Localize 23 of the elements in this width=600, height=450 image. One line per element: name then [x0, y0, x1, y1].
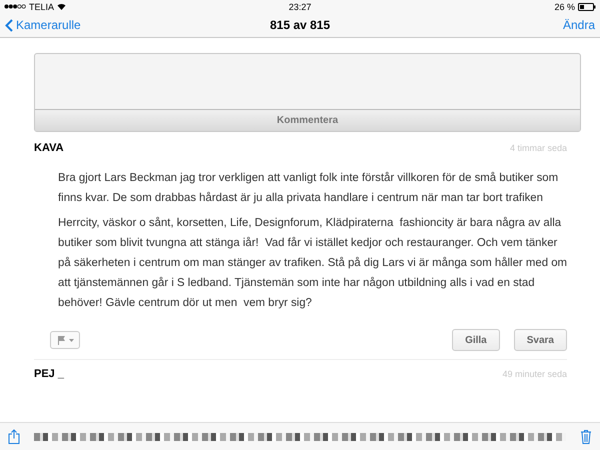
carrier-label: TELIA	[29, 2, 54, 12]
comment-action-button[interactable]: Svara	[514, 329, 567, 351]
comment-text: Herrcity, väskor o sånt, korsetten, Life, Designforum, Klädpiraterna fashioncity är bara några av alla butiker som blivit tvungna att stänga iår! Vad får vi istället kedjor och restauranger. Och vem tänker på säkerheten i centrum om man stänger av trafiken. Stå på dig Lars vi är många som håller med om att tjänstemännen går i S ledband. Tjänstemän som inte har någon utbildning alls i vad en stad behöver! Gävle centrum dör ut men vem bryr sig?	[58, 216, 568, 311]
signal-icon	[4, 4, 26, 9]
share-icon[interactable]	[8, 429, 20, 444]
comment-author: PEJ _	[34, 368, 64, 380]
flag-button[interactable]	[50, 331, 80, 349]
comment-action-button[interactable]: Gilla	[452, 329, 500, 351]
wifi-icon	[57, 3, 66, 10]
battery-percent: 26 %	[554, 2, 575, 12]
chevron-left-icon	[5, 18, 13, 32]
trash-icon[interactable]	[580, 429, 592, 444]
caret-icon	[68, 338, 74, 342]
flag-icon	[56, 335, 66, 345]
comment-input-box[interactable]: Kommentera	[34, 53, 581, 132]
battery-icon	[578, 2, 596, 10]
comment-author: KAVA	[34, 142, 64, 154]
clock-time: 23:27	[288, 2, 312, 12]
comment-button[interactable]: Kommentera	[35, 109, 580, 131]
edit-button[interactable]: Ändra	[562, 18, 595, 32]
screen-title: 815 av 815	[270, 18, 330, 32]
comment-text: Bra gjort Lars Beckman jag tror verkligen att vanligt folk inte förstår villkoren för de små butiker som finns kvar. De som drabbas hårdast är ju alla privata handlare i centrum när man tar bort trafiken	[58, 170, 560, 206]
back-button[interactable]: Kamerarulle	[5, 18, 270, 32]
